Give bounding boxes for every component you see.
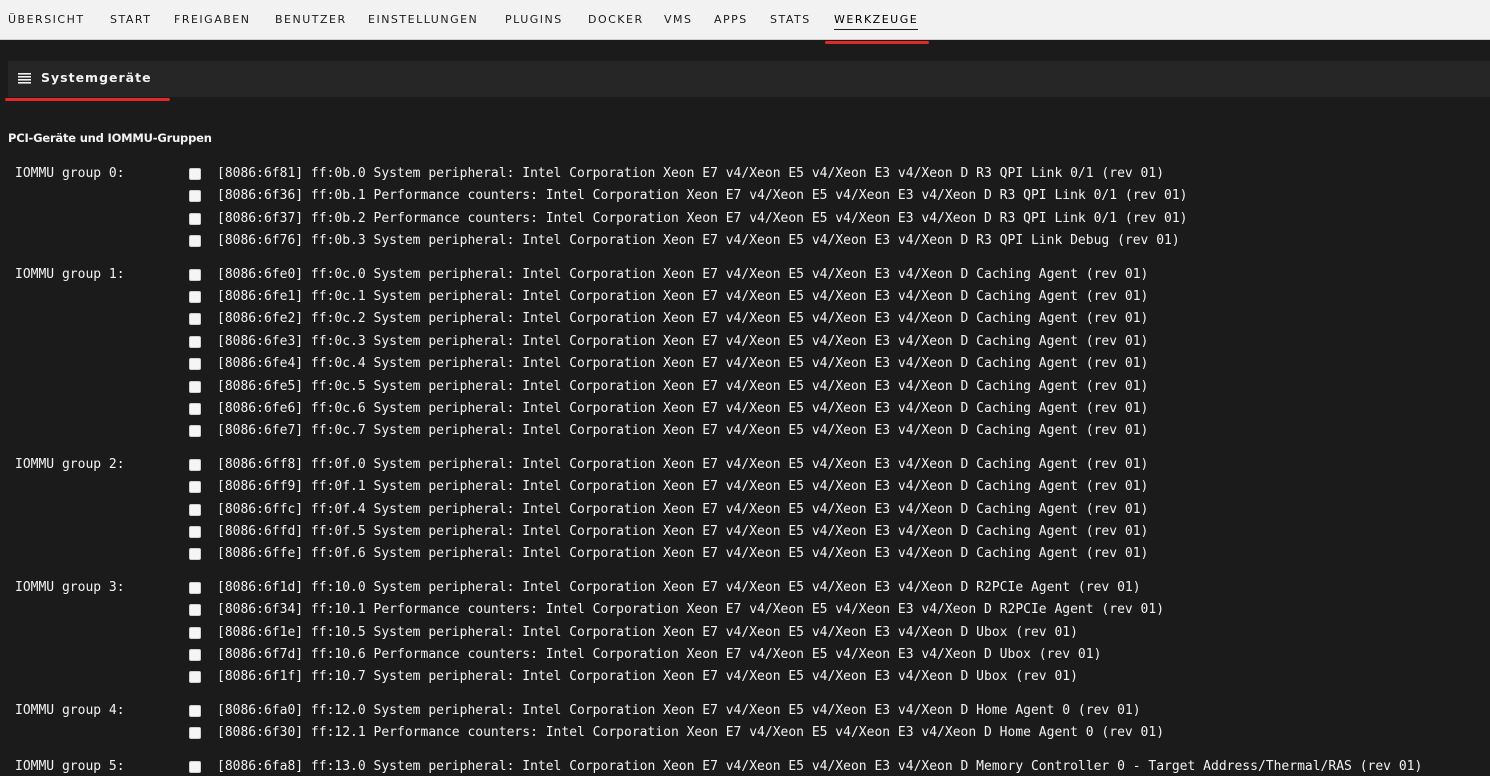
device-description: [8086:6fe0] ff:0c.0 System peripheral: I… [217, 267, 1149, 282]
device-description: [8086:6fe5] ff:0c.5 System peripheral: I… [217, 379, 1149, 394]
device-checkbox[interactable] [189, 582, 201, 594]
device-description: [8086:6fe3] ff:0c.3 System peripheral: I… [217, 334, 1149, 349]
device-checkbox[interactable] [189, 604, 201, 616]
title-underline [5, 98, 170, 101]
device-description: [8086:6f1d] ff:10.0 System peripheral: I… [217, 580, 1141, 595]
device-checkbox[interactable] [189, 481, 201, 493]
device-checkbox[interactable] [189, 526, 201, 538]
section-title: PCI-Geräte und IOMMU-Gruppen [8, 131, 212, 145]
device-description: [8086:6f81] ff:0b.0 System peripheral: I… [217, 166, 1165, 181]
device-description: [8086:6f37] ff:0b.2 Performance counters… [217, 211, 1188, 226]
nav-tab-freigaben[interactable]: FREIGABEN [174, 0, 250, 40]
top-navigation: ÜBERSICHT START FREIGABEN BENUTZER EINST… [0, 0, 1490, 40]
device-description: [8086:6fe1] ff:0c.1 System peripheral: I… [217, 289, 1149, 304]
device-checkbox[interactable] [189, 459, 201, 471]
device-description: [8086:6fe7] ff:0c.7 System peripheral: I… [217, 423, 1149, 438]
iommu-group-label: IOMMU group 5: [15, 759, 125, 774]
nav-tab-vms[interactable]: VMS [664, 0, 693, 40]
iommu-group-label: IOMMU group 0: [15, 166, 125, 181]
device-description: [8086:6ff9] ff:0f.1 System peripheral: I… [217, 479, 1149, 494]
device-checkbox[interactable] [189, 671, 201, 683]
device-description: [8086:6ffc] ff:0f.4 System peripheral: I… [217, 502, 1149, 517]
device-description: [8086:6fe2] ff:0c.2 System peripheral: I… [217, 311, 1149, 326]
active-tab-indicator [825, 41, 929, 44]
device-description: [8086:6fa0] ff:12.0 System peripheral: I… [217, 703, 1141, 718]
nav-tab-benutzer[interactable]: BENUTZER [275, 0, 347, 40]
device-checkbox[interactable] [189, 761, 201, 773]
device-description: [8086:6fe6] ff:0c.6 System peripheral: I… [217, 401, 1149, 416]
device-description: [8086:6f1e] ff:10.5 System peripheral: I… [217, 625, 1078, 640]
device-checkbox[interactable] [189, 403, 201, 415]
device-description: [8086:6f76] ff:0b.3 System peripheral: I… [217, 233, 1180, 248]
list-icon [18, 73, 31, 84]
nav-tab-docker[interactable]: DOCKER [588, 0, 644, 40]
device-checkbox[interactable] [189, 627, 201, 639]
device-checkbox[interactable] [189, 190, 201, 202]
device-checkbox[interactable] [189, 291, 201, 303]
device-description: [8086:6f7d] ff:10.6 Performance counters… [217, 647, 1102, 662]
device-checkbox[interactable] [189, 168, 201, 180]
device-description: [8086:6f30] ff:12.1 Performance counters… [217, 725, 1165, 740]
nav-tab-einstellungen[interactable]: EINSTELLUNGEN [368, 0, 478, 40]
device-checkbox[interactable] [189, 705, 201, 717]
device-checkbox[interactable] [189, 269, 201, 281]
device-checkbox[interactable] [189, 235, 201, 247]
device-checkbox[interactable] [189, 425, 201, 437]
device-checkbox[interactable] [189, 313, 201, 325]
nav-tab-stats[interactable]: STATS [770, 0, 811, 40]
device-description: [8086:6f36] ff:0b.1 Performance counters… [217, 188, 1188, 203]
iommu-group-label: IOMMU group 1: [15, 267, 125, 282]
device-description: [8086:6f34] ff:10.1 Performance counters… [217, 602, 1165, 617]
iommu-group-label: IOMMU group 3: [15, 580, 125, 595]
device-description: [8086:6ffe] ff:0f.6 System peripheral: I… [217, 546, 1149, 561]
page-title: Systemgeräte [41, 70, 152, 85]
device-checkbox[interactable] [189, 213, 201, 225]
device-description: [8086:6ffd] ff:0f.5 System peripheral: I… [217, 524, 1149, 539]
device-checkbox[interactable] [189, 336, 201, 348]
device-checkbox[interactable] [189, 381, 201, 393]
device-description: [8086:6fe4] ff:0c.4 System peripheral: I… [217, 356, 1149, 371]
nav-tab-apps[interactable]: APPS [714, 0, 748, 40]
device-checkbox[interactable] [189, 649, 201, 661]
device-description: [8086:6f1f] ff:10.7 System peripheral: I… [217, 669, 1078, 684]
device-checkbox[interactable] [189, 504, 201, 516]
iommu-group-label: IOMMU group 4: [15, 703, 125, 718]
device-checkbox[interactable] [189, 358, 201, 370]
nav-tab-uebersicht[interactable]: ÜBERSICHT [8, 0, 85, 40]
page-title-bar: Systemgeräte [8, 61, 1490, 97]
device-description: [8086:6fa8] ff:13.0 System peripheral: I… [217, 759, 1423, 774]
device-description: [8086:6ff8] ff:0f.0 System peripheral: I… [217, 457, 1149, 472]
nav-tab-plugins[interactable]: PLUGINS [505, 0, 563, 40]
iommu-group-label: IOMMU group 2: [15, 457, 125, 472]
device-checkbox[interactable] [189, 548, 201, 560]
nav-tab-werkzeuge[interactable]: WERKZEUGE [834, 0, 919, 40]
device-checkbox[interactable] [189, 727, 201, 739]
nav-tab-start[interactable]: START [110, 0, 151, 40]
